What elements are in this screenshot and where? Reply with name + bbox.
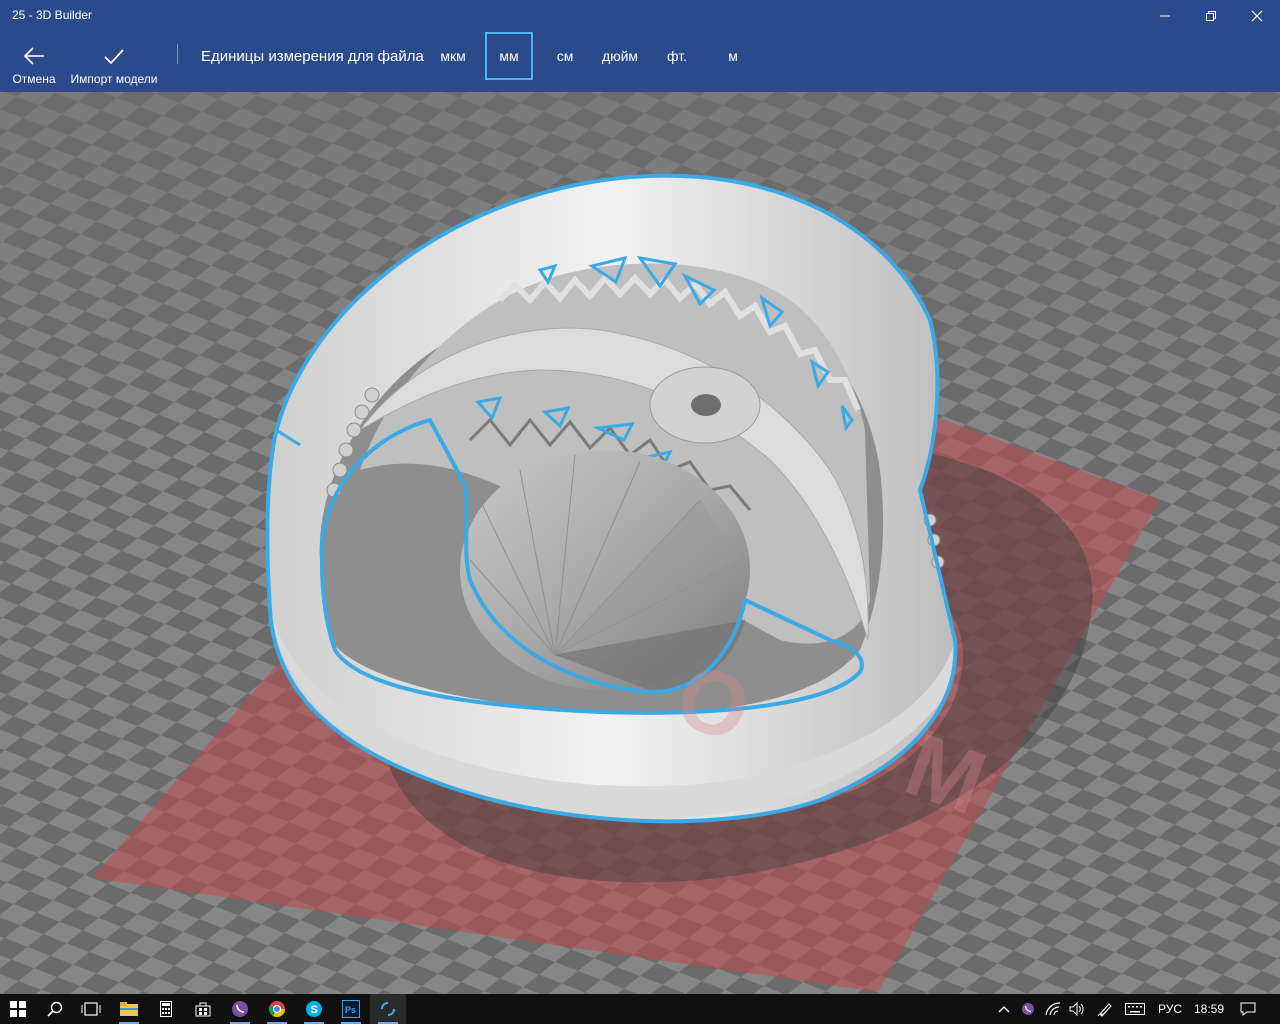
ring-disc-hole [691,394,721,416]
store-icon [195,1002,211,1017]
restore-button[interactable] [1188,0,1234,32]
unit-micrometer-button[interactable]: мкм [433,32,473,80]
import-model-label: Импорт модели [70,72,158,86]
search-icon [47,1001,63,1017]
import-toolbar: Отмена Импорт модели Единицы измерения д… [0,32,1280,92]
cancel-button[interactable]: Отмена [8,32,60,92]
3d-viewport[interactable]: O M [0,92,1280,994]
window-title: 25 - 3D Builder [12,8,93,22]
keyboard-icon [1125,1003,1145,1015]
toolbar-divider [177,44,178,64]
volume-button[interactable] [1066,994,1088,1024]
touch-keyboard-button[interactable] [1122,994,1148,1024]
viber-button[interactable] [222,994,258,1024]
unit-meter-button[interactable]: м [718,32,748,80]
title-bar: 25 - 3D Builder [0,0,1280,32]
windows-start-icon [10,1001,26,1017]
store-button[interactable] [185,994,221,1024]
file-explorer-icon [120,1002,138,1016]
task-view-button[interactable] [73,994,109,1024]
input-language[interactable]: РУС [1158,1002,1182,1016]
task-view-icon [81,1002,101,1016]
3d-builder-button[interactable] [370,994,406,1024]
scene-canvas[interactable]: O M [0,92,1280,994]
show-hidden-icons-button[interactable] [994,994,1014,1024]
windows-ink-button[interactable] [1094,994,1116,1024]
pen-icon [1097,1003,1112,1017]
restore-icon [1206,11,1216,21]
start-button[interactable] [0,994,36,1024]
file-explorer-button[interactable] [111,994,147,1024]
chrome-button[interactable] [259,994,295,1024]
3d-builder-icon [381,1002,395,1016]
photoshop-button[interactable]: Ps [333,994,369,1024]
viber-tray-icon [1022,1003,1034,1015]
skype-icon: S [306,1001,322,1017]
back-arrow-icon [23,47,44,65]
checkmark-icon [104,49,124,65]
cancel-label: Отмена [12,72,56,86]
svg-text:Ps: Ps [345,1005,356,1015]
unit-foot-button[interactable]: фт. [660,32,694,80]
skype-button[interactable]: S [296,994,332,1024]
chevron-up-icon [998,1006,1010,1013]
photoshop-icon: Ps [342,1000,360,1018]
unit-centimeter-button[interactable]: см [548,32,582,80]
close-button[interactable] [1234,0,1280,32]
action-center-button[interactable] [1236,994,1260,1024]
minimize-button[interactable] [1142,0,1188,32]
volume-icon [1069,1002,1084,1016]
viber-tray-button[interactable] [1017,994,1039,1024]
calculator-button[interactable] [148,994,184,1024]
calculator-icon [160,1001,172,1017]
svg-text:S: S [311,1004,318,1016]
minimize-icon [1160,15,1170,17]
unit-inch-button[interactable]: дюйм [596,32,644,80]
unit-millimeter-button[interactable]: мм [485,32,533,80]
notifications-icon [1240,1002,1256,1016]
chrome-icon [268,1001,286,1018]
network-button[interactable] [1042,994,1064,1024]
import-model-button[interactable]: Импорт модели [68,32,160,92]
file-units-label: Единицы измерения для файла [201,48,424,65]
search-button[interactable] [37,994,73,1024]
wifi-icon [1045,1002,1061,1016]
windows-taskbar: S Ps РУС 18:59 [0,994,1280,1024]
viber-icon [232,1001,248,1017]
close-icon [1251,10,1263,22]
clock[interactable]: 18:59 [1194,1002,1224,1016]
